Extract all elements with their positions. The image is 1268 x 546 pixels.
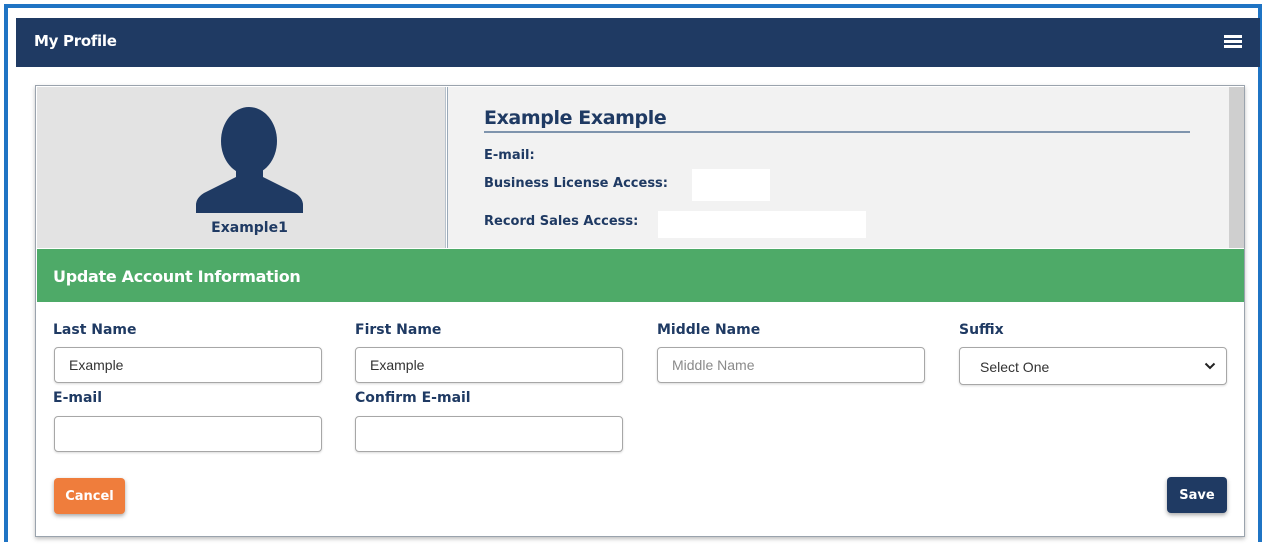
email-label: E-mail [53,390,103,406]
last-name-input[interactable] [54,347,322,383]
business-license-label: Business License Access: [484,176,668,191]
last-name-label: Last Name [53,322,137,338]
suffix-label: Suffix [959,322,1004,338]
chevron-down-icon [1204,362,1216,370]
profile-card: Example1 Example Example E-mail: Busines… [35,85,1245,537]
user-silhouette-icon [196,107,303,213]
email-info-label: E-mail: [484,148,535,163]
first-name-input[interactable] [355,347,623,383]
cancel-button[interactable]: Cancel [54,478,125,514]
avatar-panel: Example1 [37,87,446,248]
username-label: Example1 [211,220,288,236]
section-title: Update Account Information [53,267,301,286]
save-button[interactable]: Save [1167,477,1227,513]
profile-info-panel: Example Example E-mail: Business License… [447,87,1229,248]
name-divider [484,131,1190,133]
hamburger-menu-icon[interactable] [1224,35,1242,51]
full-name-heading: Example Example [484,107,667,129]
confirm-email-input[interactable] [355,416,623,452]
record-sales-label: Record Sales Access: [484,214,639,229]
record-sales-value-redacted [658,211,866,238]
business-license-value-redacted [692,169,770,201]
profile-header-bar: My Profile [16,18,1260,67]
page-title: My Profile [34,32,117,50]
email-input[interactable] [54,416,322,452]
suffix-select[interactable]: Select One [959,347,1227,385]
update-account-section-header: Update Account Information [37,249,1244,302]
confirm-email-label: Confirm E-mail [355,390,471,406]
panel-gutter [1229,87,1244,248]
middle-name-label: Middle Name [657,322,761,338]
middle-name-input[interactable] [657,347,925,383]
first-name-label: First Name [355,322,442,338]
suffix-selected-value: Select One [980,359,1050,375]
